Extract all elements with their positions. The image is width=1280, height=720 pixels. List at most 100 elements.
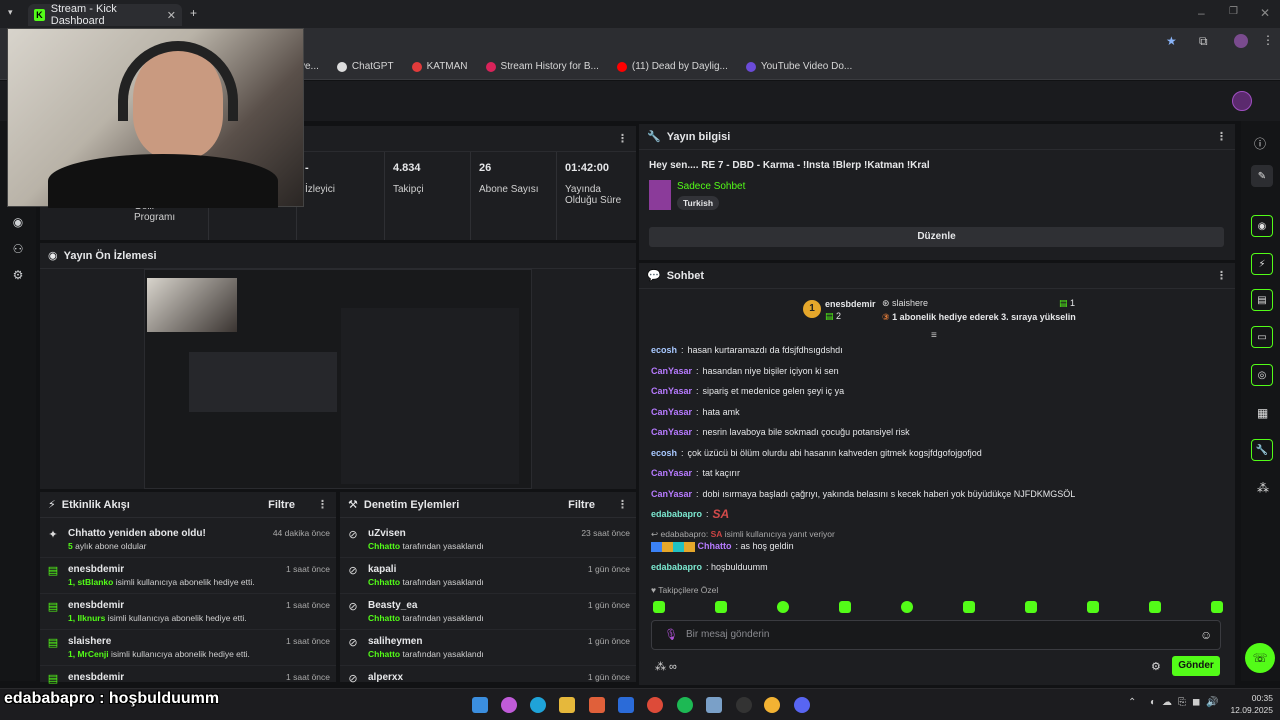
nav-settings-icon[interactable]: ⚙ [10, 268, 26, 284]
start-icon[interactable] [472, 697, 488, 713]
browser-menu-icon[interactable]: ⋮ [1262, 33, 1274, 47]
row-title[interactable]: uZvisen [368, 528, 573, 539]
bookmark-youtube-downloader[interactable]: YouTube Video Do... [745, 61, 852, 72]
bookmark-stream-history[interactable]: Stream History for B... [485, 61, 599, 72]
emote-5-icon[interactable] [901, 601, 913, 613]
row-detail-text: isimli kullanıcıya abonelik hediye etti. [108, 649, 250, 659]
gift-icon: ▤ [47, 637, 59, 649]
info-icon[interactable]: ⓘ [1254, 135, 1266, 152]
more-tools-icon[interactable]: ⁂ [1257, 481, 1269, 495]
emote-10-icon[interactable] [1211, 601, 1223, 613]
stream-info-menu-icon[interactable]: ⋮ [1216, 130, 1227, 143]
top-gifter-name[interactable]: enesbdemir [825, 299, 876, 309]
profile-avatar[interactable] [1234, 34, 1248, 48]
chat-username[interactable]: CanYasar [651, 427, 692, 437]
bookmark-star-icon[interactable]: ★ [1166, 34, 1177, 48]
stream-history-icon [485, 61, 496, 72]
chat-username[interactable]: CanYasar [651, 407, 692, 417]
chat-username[interactable]: CanYasar [651, 468, 692, 478]
nav-stream-icon[interactable]: ◉ [10, 215, 26, 231]
channel-avatar[interactable] [1232, 91, 1252, 111]
minimize-icon[interactable]: – [1198, 6, 1205, 20]
stream-preview-video[interactable] [144, 269, 532, 489]
edit-tool-icon[interactable]: ✎ [1251, 165, 1273, 187]
row-title[interactable]: enesbdemir [68, 600, 278, 611]
chat-username[interactable]: CanYasar [651, 386, 692, 396]
discord-icon[interactable] [794, 697, 810, 713]
help-chat-button[interactable]: ☏ [1245, 643, 1275, 673]
emote-2-icon[interactable] [715, 601, 727, 613]
close-window-icon[interactable]: ✕ [1260, 6, 1270, 20]
restore-icon[interactable]: ❐ [1229, 6, 1238, 17]
layout-tool-icon[interactable]: ▦ [1257, 406, 1268, 420]
edit-stream-button[interactable]: Düzenle [649, 227, 1224, 247]
chat-username[interactable]: edababapro [651, 509, 702, 519]
row-title[interactable]: saliheymen [368, 636, 580, 647]
browser-tab-kick-dashboard[interactable]: K Stream - Kick Dashboard ✕ [28, 3, 182, 27]
chat-username[interactable]: ecosh [651, 448, 677, 458]
emote-9-icon[interactable] [1149, 601, 1161, 613]
broadcast-tool-icon[interactable]: ◎ [1251, 364, 1273, 386]
chat-username[interactable]: ecosh [651, 345, 677, 355]
row-title[interactable]: Chhatto yeniden abone oldu! [68, 528, 265, 539]
row-title[interactable]: enesbdemir [68, 564, 278, 575]
row-title[interactable]: alperxx [368, 672, 580, 683]
chat-tool-icon[interactable]: ▭ [1251, 326, 1273, 348]
send-button[interactable]: Gönder [1172, 656, 1220, 676]
tray-chevron-icon[interactable]: ⌃ [1128, 697, 1136, 708]
chat-username[interactable]: CanYasar [651, 366, 692, 376]
wrench-tool-icon[interactable]: 🔧 [1251, 439, 1273, 461]
edge-icon[interactable] [530, 697, 546, 713]
moderation-filter-button[interactable]: Filtre [568, 499, 595, 511]
bookmark-katman[interactable]: KATMAN [411, 61, 468, 72]
stream-category[interactable]: Sadece Sohbet [677, 181, 745, 192]
emoji-picker-icon[interactable]: ☺ [1200, 628, 1212, 642]
copilot-icon[interactable] [501, 697, 517, 713]
obs-icon[interactable] [736, 697, 752, 713]
spotify-icon[interactable] [677, 697, 693, 713]
app-f-icon[interactable] [618, 697, 634, 713]
emote-4-icon[interactable] [839, 601, 851, 613]
notes-tool-icon[interactable]: ▤ [1251, 289, 1273, 311]
bookmark-youtube-dbd[interactable]: (11) Dead by Daylig... [616, 61, 728, 72]
emote-3-icon[interactable] [777, 601, 789, 613]
chat-input-box[interactable]: 🎙 Bir mesaj gönderin ☺ [651, 620, 1221, 650]
moderation-icon: ⚒ [348, 499, 358, 511]
stats-menu-icon[interactable]: ⋮ [617, 132, 628, 145]
new-tab-icon[interactable]: + [190, 6, 197, 20]
chrome-icon[interactable] [647, 697, 663, 713]
second-gifter-name[interactable]: ⊛ slaishere [882, 298, 928, 309]
tray-icons[interactable]: ◐☁⎘◼🔊 [1150, 697, 1225, 708]
chat-settings-icon[interactable]: ⚙ [1151, 660, 1161, 673]
row-title[interactable]: slaishere [68, 636, 278, 647]
row-title[interactable]: Beasty_ea [368, 600, 580, 611]
chat-options-icon[interactable]: ⁂ ∞ [655, 660, 677, 673]
emote-6-icon[interactable] [963, 601, 975, 613]
activity-tool-icon[interactable]: ⚡ [1251, 253, 1273, 275]
tab-list-chevron-icon[interactable]: ▾ [8, 7, 13, 18]
extensions-icon[interactable]: ⧉ [1199, 34, 1208, 49]
row-highlight: Chhatto [368, 577, 401, 587]
clock-date[interactable]: 12.09.2025 [1223, 705, 1273, 715]
moderation-menu-icon[interactable]: ⋮ [617, 498, 628, 511]
preview-tool-icon[interactable]: ◉ [1251, 215, 1273, 237]
chat-username[interactable]: CanYasar [651, 489, 692, 499]
emote-8-icon[interactable] [1087, 601, 1099, 613]
chrome-2-icon[interactable] [764, 697, 780, 713]
nav-users-icon[interactable]: ⚇ [10, 242, 26, 258]
activity-menu-icon[interactable]: ⋮ [317, 498, 328, 511]
chat-input[interactable]: Bir mesaj gönderin [686, 629, 769, 640]
close-tab-icon[interactable]: ✕ [167, 9, 176, 22]
emote-1-icon[interactable] [653, 601, 665, 613]
activity-filter-button[interactable]: Filtre [268, 499, 295, 511]
store-icon[interactable] [589, 697, 605, 713]
chat-menu-icon[interactable]: ⋮ [1216, 269, 1227, 282]
row-title[interactable]: kapali [368, 564, 580, 575]
mic-icon[interactable]: 🎙 [664, 628, 678, 641]
settings-app-icon[interactable] [706, 697, 722, 713]
emote-7-icon[interactable] [1025, 601, 1037, 613]
clock-time[interactable]: 00:35 [1233, 693, 1273, 703]
bookmark-chatgpt[interactable]: ChatGPT [336, 61, 394, 72]
row-title[interactable]: enesbdemir [68, 672, 278, 683]
file-explorer-icon[interactable] [559, 697, 575, 713]
